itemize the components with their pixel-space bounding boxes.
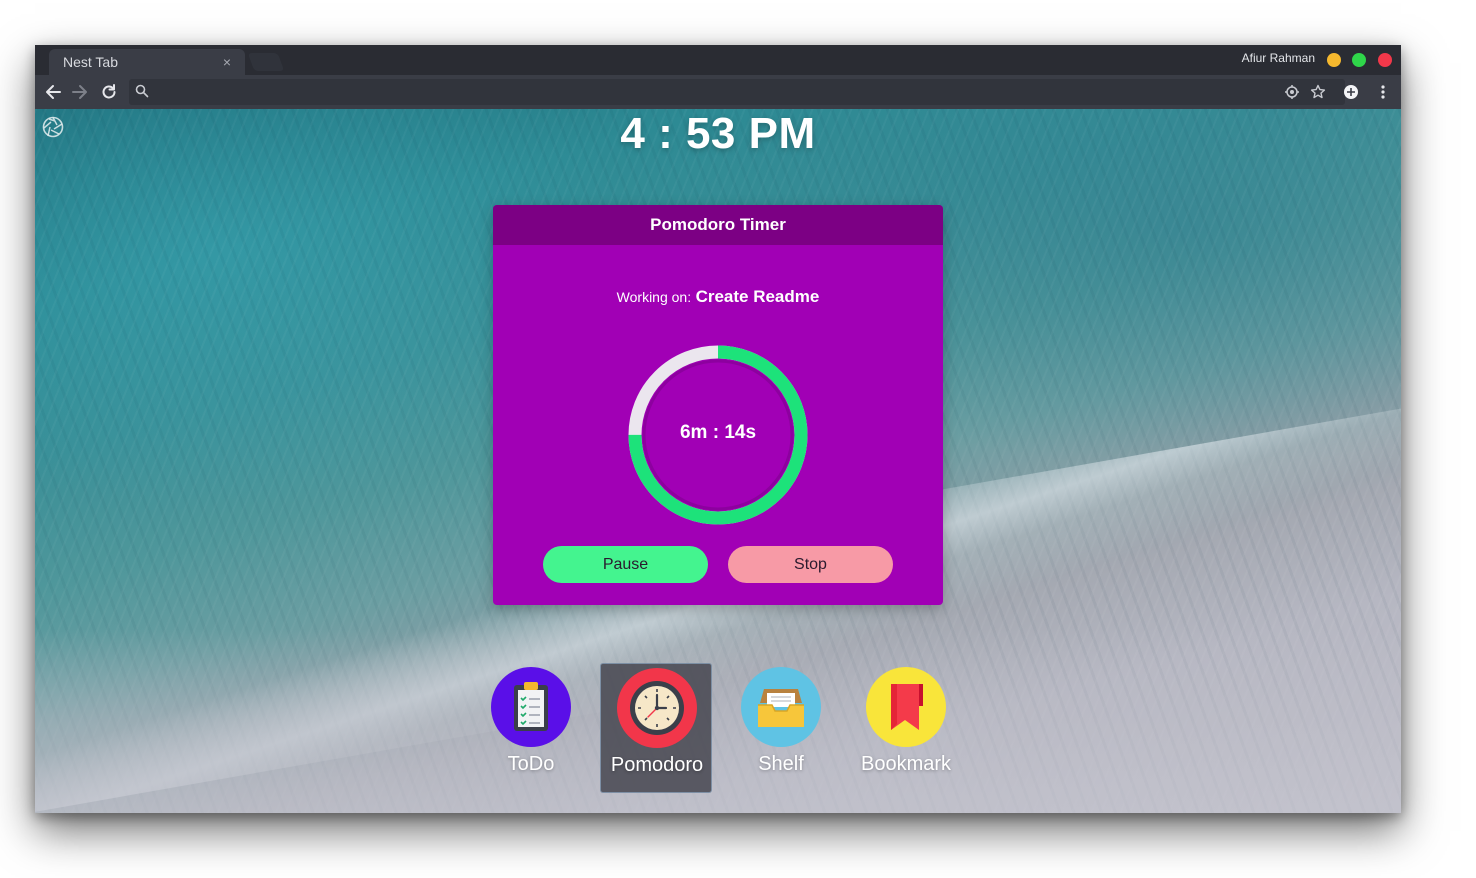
address-bar[interactable] (129, 79, 1345, 105)
timer-remaining: 6m : 14s (679, 422, 757, 443)
reload-icon[interactable] (97, 80, 121, 104)
maximize-button[interactable] (1352, 53, 1366, 67)
location-target-icon[interactable] (1283, 83, 1301, 101)
new-tab-page: 4 : 53 PM Pomodoro Timer Working on: Cre… (35, 109, 1401, 813)
working-on-task: Create Readme (695, 287, 820, 306)
bookmark-icon (866, 667, 946, 747)
aperture-settings-icon[interactable] (42, 116, 64, 143)
extension-icon[interactable] (1339, 80, 1363, 104)
close-window-button[interactable] (1378, 53, 1392, 67)
pomodoro-card: Pomodoro Timer Working on: Create Readme… (493, 205, 943, 605)
minimize-button[interactable] (1327, 53, 1341, 67)
browser-window: Nest Tab × Afiur Rahman 4: 53 PM Pomodo… (35, 45, 1401, 813)
tab-close-icon[interactable]: × (219, 54, 235, 70)
dock-label-bookmark: Bookmark (860, 753, 952, 775)
back-icon[interactable] (41, 80, 65, 104)
background-sand (35, 629, 1401, 813)
browser-toolbar (35, 75, 1401, 109)
pause-button[interactable]: Pause (543, 546, 708, 583)
address-input[interactable] (155, 79, 1295, 105)
alarm-clock-icon (617, 668, 697, 748)
menu-kebab-icon[interactable] (1371, 80, 1395, 104)
tab-nest-tab[interactable]: Nest Tab × (49, 49, 245, 75)
search-icon (135, 84, 149, 103)
bookmark-star-icon[interactable] (1309, 83, 1327, 101)
tab-title: Nest Tab (63, 54, 118, 70)
dock-item-shelf[interactable]: Shelf (725, 663, 837, 793)
dock-item-todo[interactable]: ToDo (475, 663, 587, 793)
working-on: Working on: Create Readme (493, 287, 943, 307)
profile-name[interactable]: Afiur Rahman (1242, 51, 1315, 65)
dock-item-bookmark[interactable]: Bookmark (850, 663, 962, 793)
new-tab-button[interactable] (247, 53, 285, 71)
inbox-tray-icon (741, 667, 821, 747)
clipboard-checklist-icon (491, 667, 571, 747)
forward-icon[interactable] (68, 80, 92, 104)
stop-button[interactable]: Stop (728, 546, 893, 583)
dock-item-pomodoro[interactable]: Pomodoro (600, 663, 712, 793)
clock-time: 4 : 53 PM (620, 109, 816, 158)
tab-strip: Nest Tab × Afiur Rahman (35, 45, 1401, 75)
working-on-label: Working on: (616, 289, 692, 305)
pomodoro-title: Pomodoro Timer (493, 205, 943, 245)
